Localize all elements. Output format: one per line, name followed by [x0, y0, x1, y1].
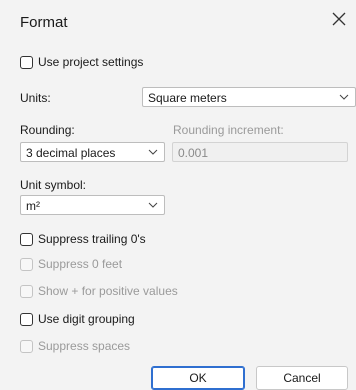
- close-icon[interactable]: [330, 10, 348, 28]
- suppress-trailing-checkbox[interactable]: Suppress trailing 0's: [20, 232, 146, 246]
- digit-grouping-checkbox[interactable]: Use digit grouping: [20, 312, 135, 326]
- show-plus-label: Show + for positive values: [38, 284, 178, 298]
- checkbox-box[interactable]: [20, 312, 33, 326]
- rounding-increment-value: 0.001: [178, 146, 209, 160]
- chevron-down-icon: [148, 202, 158, 208]
- checkbox-box: [20, 284, 33, 298]
- units-dropdown[interactable]: Square meters: [142, 87, 356, 107]
- dialog-title: Format: [20, 14, 68, 31]
- use-project-settings-label: Use project settings: [38, 55, 144, 69]
- suppress-zero-feet-label: Suppress 0 feet: [38, 257, 123, 271]
- checkbox-box: [20, 339, 33, 353]
- rounding-dropdown[interactable]: 3 decimal places: [20, 142, 165, 162]
- rounding-value: 3 decimal places: [26, 146, 116, 160]
- unit-symbol-value: m²: [26, 199, 40, 213]
- unit-symbol-dropdown[interactable]: m²: [20, 195, 165, 215]
- ok-button[interactable]: OK: [151, 366, 245, 390]
- show-plus-checkbox: Show + for positive values: [20, 284, 178, 298]
- checkbox-box[interactable]: [20, 55, 33, 69]
- rounding-increment-field: 0.001: [172, 142, 348, 162]
- suppress-zero-feet-checkbox: Suppress 0 feet: [20, 257, 122, 271]
- digit-grouping-label: Use digit grouping: [38, 312, 135, 326]
- chevron-down-icon: [148, 149, 158, 155]
- suppress-trailing-label: Suppress trailing 0's: [38, 232, 146, 246]
- rounding-increment-label: Rounding increment:: [173, 123, 284, 137]
- suppress-spaces-checkbox: Suppress spaces: [20, 339, 130, 353]
- suppress-spaces-label: Suppress spaces: [38, 339, 131, 353]
- checkbox-box[interactable]: [20, 232, 33, 246]
- use-project-settings-checkbox[interactable]: Use project settings: [20, 55, 143, 69]
- checkbox-box: [20, 257, 33, 271]
- cancel-button[interactable]: Cancel: [256, 366, 348, 390]
- rounding-label: Rounding:: [20, 123, 75, 137]
- units-label: Units:: [20, 91, 51, 105]
- units-value: Square meters: [148, 91, 227, 105]
- chevron-down-icon: [339, 94, 349, 100]
- unit-symbol-label: Unit symbol:: [20, 178, 87, 192]
